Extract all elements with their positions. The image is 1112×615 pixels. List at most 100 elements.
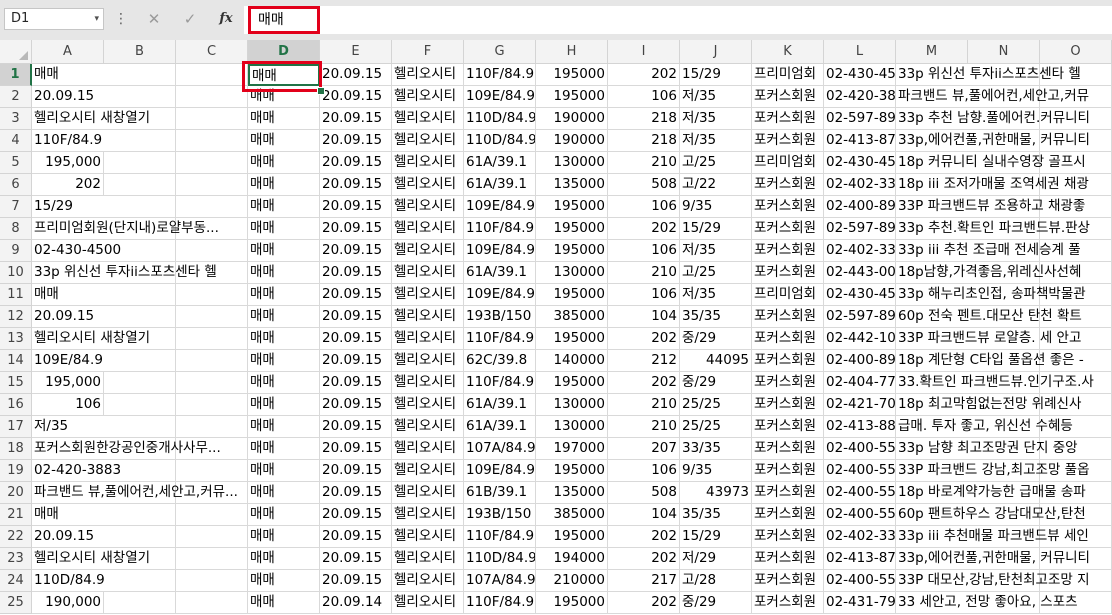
cell-h12[interactable]: 385000	[536, 306, 608, 328]
cell-j18[interactable]: 33/35	[680, 438, 752, 460]
formula-input[interactable]: 매매	[244, 6, 1112, 34]
cell-j24[interactable]: 고/28	[680, 570, 752, 592]
cell-f4[interactable]: 헬리오시티	[392, 130, 464, 152]
cell-e4[interactable]: 20.09.15	[320, 130, 392, 152]
row-header-10[interactable]: 10	[0, 262, 32, 284]
cell-m2[interactable]: 파크밴드 뷰,풀에어컨,세안고,커뮤	[896, 86, 1112, 108]
cell-g9[interactable]: 109E/84.9	[464, 240, 536, 262]
column-header-b[interactable]: B	[104, 40, 176, 63]
cell-e22[interactable]: 20.09.15	[320, 526, 392, 548]
cell-m22[interactable]: 33p iii 추천매물 파크밴드뷰 세인	[896, 526, 1112, 548]
cell-l6[interactable]: 02-402-33	[824, 174, 896, 196]
cell-e3[interactable]: 20.09.15	[320, 108, 392, 130]
cell-l5[interactable]: 02-430-45	[824, 152, 896, 174]
chevron-down-icon[interactable]: ▾	[94, 9, 99, 29]
cell-i1[interactable]: 202	[608, 64, 680, 86]
cell-g23[interactable]: 110D/84.9	[464, 548, 536, 570]
cell-g1[interactable]: 110F/84.9	[464, 64, 536, 86]
cell-a5[interactable]: 195,000	[32, 152, 104, 174]
cell-f7[interactable]: 헬리오시티	[392, 196, 464, 218]
cell-h15[interactable]: 195000	[536, 372, 608, 394]
cell-e11[interactable]: 20.09.15	[320, 284, 392, 306]
cell-d25[interactable]: 매매	[248, 592, 320, 614]
cell-a20[interactable]: 파크밴드 뷰,풀에어컨,세안고,커뮤...	[32, 482, 248, 504]
row-header-12[interactable]: 12	[0, 306, 32, 328]
cell-l7[interactable]: 02-400-89	[824, 196, 896, 218]
cell-j25[interactable]: 중/29	[680, 592, 752, 614]
cell-h25[interactable]: 195000	[536, 592, 608, 614]
cell-b6[interactable]	[104, 174, 176, 196]
select-all-button[interactable]	[0, 40, 32, 64]
cell-j13[interactable]: 중/29	[680, 328, 752, 350]
cell-h1[interactable]: 195000	[536, 64, 608, 86]
cell-l19[interactable]: 02-400-55	[824, 460, 896, 482]
column-header-a[interactable]: A	[32, 40, 104, 63]
cell-k18[interactable]: 포커스회원	[752, 438, 824, 460]
cell-d18[interactable]: 매매	[248, 438, 320, 460]
cell-i22[interactable]: 202	[608, 526, 680, 548]
cell-a10[interactable]: 33p 위신선 투자ii스포츠센타 헬	[32, 262, 248, 284]
cell-f14[interactable]: 헬리오시티	[392, 350, 464, 372]
cell-b16[interactable]	[104, 394, 176, 416]
cell-m6[interactable]: 18p iii 조저가매물 조역세권 채광	[896, 174, 1112, 196]
more-options-icon[interactable]: ⋮	[114, 10, 128, 28]
cell-i4[interactable]: 218	[608, 130, 680, 152]
cell-f21[interactable]: 헬리오시티	[392, 504, 464, 526]
cell-e6[interactable]: 20.09.15	[320, 174, 392, 196]
cell-k3[interactable]: 포커스회원	[752, 108, 824, 130]
cell-d2[interactable]: 매매	[248, 86, 320, 108]
cell-e21[interactable]: 20.09.15	[320, 504, 392, 526]
cell-h19[interactable]: 195000	[536, 460, 608, 482]
cell-k24[interactable]: 포커스회원	[752, 570, 824, 592]
row-header-21[interactable]: 21	[0, 504, 32, 526]
cell-k5[interactable]: 프리미엄회	[752, 152, 824, 174]
cell-k6[interactable]: 포커스회원	[752, 174, 824, 196]
cell-e5[interactable]: 20.09.15	[320, 152, 392, 174]
cell-g7[interactable]: 109E/84.9	[464, 196, 536, 218]
cell-l1[interactable]: 02-430-45	[824, 64, 896, 86]
cell-i21[interactable]: 104	[608, 504, 680, 526]
cell-e12[interactable]: 20.09.15	[320, 306, 392, 328]
cell-m17[interactable]: 급매. 투자 좋고, 위신선 수혜등	[896, 416, 1112, 438]
cell-m25[interactable]: 33 세안고, 전망 좋아요, 스포츠	[896, 592, 1112, 614]
cell-f18[interactable]: 헬리오시티	[392, 438, 464, 460]
cell-h3[interactable]: 190000	[536, 108, 608, 130]
cell-k12[interactable]: 포커스회원	[752, 306, 824, 328]
cell-k9[interactable]: 포커스회원	[752, 240, 824, 262]
cell-f5[interactable]: 헬리오시티	[392, 152, 464, 174]
cell-h11[interactable]: 195000	[536, 284, 608, 306]
cell-g11[interactable]: 109E/84.9	[464, 284, 536, 306]
cell-m1[interactable]: 33p 위신선 투자ii스포츠센타 헬	[896, 64, 1112, 86]
cell-g8[interactable]: 110F/84.9	[464, 218, 536, 240]
cell-m12[interactable]: 60p 전숙 펜트.대모산 탄천 확트	[896, 306, 1112, 328]
cell-k10[interactable]: 포커스회원	[752, 262, 824, 284]
cell-d8[interactable]: 매매	[248, 218, 320, 240]
cell-k4[interactable]: 포커스회원	[752, 130, 824, 152]
cell-k20[interactable]: 포커스회원	[752, 482, 824, 504]
cell-h24[interactable]: 210000	[536, 570, 608, 592]
cell-f11[interactable]: 헬리오시티	[392, 284, 464, 306]
cell-m5[interactable]: 18p 커뮤니티 실내수영장 골프시	[896, 152, 1112, 174]
insert-function-icon[interactable]: fx	[213, 8, 239, 30]
cell-m16[interactable]: 18p 최고막힘없는전망 위례신사	[896, 394, 1112, 416]
cell-e24[interactable]: 20.09.15	[320, 570, 392, 592]
cell-j22[interactable]: 15/29	[680, 526, 752, 548]
cell-g14[interactable]: 62C/39.8	[464, 350, 536, 372]
cell-a2[interactable]: 20.09.15	[32, 86, 248, 108]
cell-f6[interactable]: 헬리오시티	[392, 174, 464, 196]
cell-h8[interactable]: 195000	[536, 218, 608, 240]
cell-g5[interactable]: 61A/39.1	[464, 152, 536, 174]
cell-d22[interactable]: 매매	[248, 526, 320, 548]
cell-a14[interactable]: 109E/84.9	[32, 350, 248, 372]
cell-h6[interactable]: 135000	[536, 174, 608, 196]
cell-d11[interactable]: 매매	[248, 284, 320, 306]
cell-g21[interactable]: 193B/150	[464, 504, 536, 526]
cell-i8[interactable]: 202	[608, 218, 680, 240]
cell-d20[interactable]: 매매	[248, 482, 320, 504]
cell-l8[interactable]: 02-597-89	[824, 218, 896, 240]
cell-k2[interactable]: 포커스회원	[752, 86, 824, 108]
cell-m8[interactable]: 33p 추천.확트인 파크밴드뷰.판상	[896, 218, 1112, 240]
cell-j4[interactable]: 저/35	[680, 130, 752, 152]
cell-e23[interactable]: 20.09.15	[320, 548, 392, 570]
cell-h21[interactable]: 385000	[536, 504, 608, 526]
